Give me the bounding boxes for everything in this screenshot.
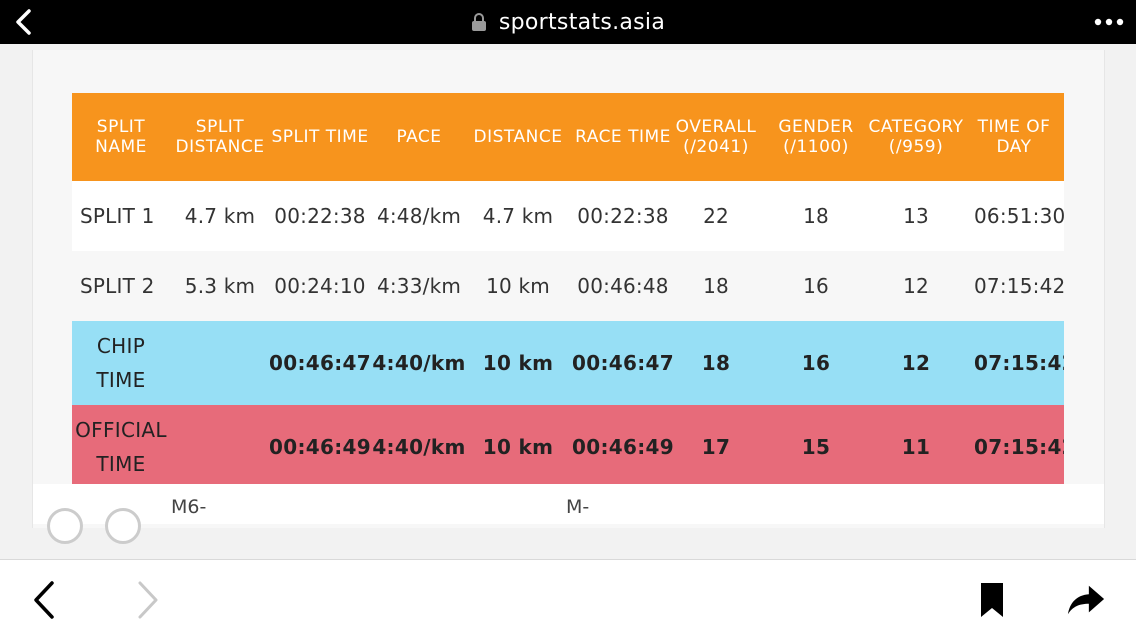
- race-time: 00:22:38: [577, 204, 669, 228]
- split-distance: [170, 321, 270, 405]
- official-time-row: OFFICIAL TIME 00:46:49 4:40/km 10 km 00:…: [72, 405, 1064, 489]
- browser-top-bar: sportstats.asia: [0, 0, 1136, 44]
- distance: 4.7 km: [482, 204, 554, 228]
- category-rank: 13: [903, 204, 929, 228]
- splits-table: SPLIT NAME SPLIT DISTANCE SPLIT TIME PAC…: [72, 93, 1064, 489]
- lock-icon: [471, 13, 487, 31]
- header-time-of-day: TIME OF DAY: [977, 117, 1051, 157]
- overall-rank: 18: [701, 351, 731, 375]
- address-bar[interactable]: sportstats.asia: [0, 0, 1136, 44]
- header-distance: DISTANCE: [473, 127, 563, 147]
- pace: 4:33/km: [376, 274, 462, 298]
- pace: 4:40/km: [372, 351, 466, 375]
- header-overall: OVERALL (/2041): [675, 117, 757, 157]
- header-pace: PACE: [396, 127, 442, 147]
- distance: 10 km: [482, 435, 554, 459]
- time-of-day: 06:51:30: [974, 204, 1064, 228]
- time-of-day: 07:15:42: [974, 435, 1064, 459]
- table-row: SPLIT 1 4.7 km 00:22:38 4:48/km 4.7 km 0…: [72, 181, 1064, 251]
- lower-label-right: M-: [566, 496, 590, 518]
- split-distance: 4.7 km: [184, 204, 256, 228]
- split-time: 00:22:38: [274, 204, 366, 228]
- split-time: 00:46:47: [270, 351, 370, 375]
- header-split-name: SPLIT NAME: [95, 117, 147, 157]
- split-distance: 5.3 km: [184, 274, 256, 298]
- category-rank: 12: [901, 351, 931, 375]
- overall-rank: 17: [701, 435, 731, 459]
- race-time: 00:46:48: [577, 274, 669, 298]
- header-race-time: RACE TIME: [575, 127, 671, 147]
- lower-label-left: M6-: [171, 496, 207, 518]
- split-time: 00:46:49: [270, 435, 370, 459]
- distance: 10 km: [486, 274, 550, 298]
- header-split-time: SPLIT TIME: [271, 127, 369, 147]
- overall-rank: 18: [703, 274, 729, 298]
- circle-icon: [105, 508, 141, 544]
- gender-rank: 15: [801, 435, 831, 459]
- header-gender: GENDER (/1100): [778, 117, 854, 157]
- gender-rank: 18: [803, 204, 829, 228]
- back-arrow-icon[interactable]: [24, 580, 64, 620]
- chip-time-row: CHIP TIME 00:46:47 4:40/km 10 km 00:46:4…: [72, 321, 1064, 405]
- pace: 4:40/km: [372, 435, 466, 459]
- split-name: CHIP TIME: [96, 334, 146, 392]
- bookmark-icon[interactable]: [972, 580, 1012, 620]
- time-of-day: 07:15:42: [974, 351, 1064, 375]
- lower-section: M6- M-: [32, 484, 1105, 544]
- pace: 4:48/km: [376, 204, 462, 228]
- gender-rank: 16: [803, 274, 829, 298]
- split-distance: [170, 405, 270, 489]
- split-name: SPLIT 2: [80, 274, 155, 298]
- race-time: 00:46:47: [572, 351, 674, 375]
- forward-arrow-icon[interactable]: [128, 580, 168, 620]
- header-split-distance: SPLIT DISTANCE: [175, 117, 265, 157]
- url-text: sportstats.asia: [498, 9, 666, 35]
- table-row: SPLIT 2 5.3 km 00:24:10 4:33/km 10 km 00…: [72, 251, 1064, 321]
- share-icon[interactable]: [1066, 580, 1106, 620]
- race-time: 00:46:49: [572, 435, 674, 459]
- overall-rank: 22: [703, 204, 729, 228]
- distance: 10 km: [482, 351, 554, 375]
- table-header-row: SPLIT NAME SPLIT DISTANCE SPLIT TIME PAC…: [72, 93, 1064, 181]
- gender-rank: 16: [801, 351, 831, 375]
- split-name: OFFICIAL TIME: [75, 418, 167, 476]
- circle-icon: [47, 508, 83, 544]
- split-time: 00:24:10: [274, 274, 366, 298]
- header-category: CATEGORY (/959): [868, 117, 964, 157]
- more-dots-icon[interactable]: [1094, 14, 1124, 30]
- split-name: SPLIT 1: [80, 204, 155, 228]
- time-of-day: 07:15:42: [974, 274, 1064, 298]
- browser-bottom-bar: [0, 559, 1136, 640]
- category-rank: 11: [901, 435, 931, 459]
- category-rank: 12: [903, 274, 929, 298]
